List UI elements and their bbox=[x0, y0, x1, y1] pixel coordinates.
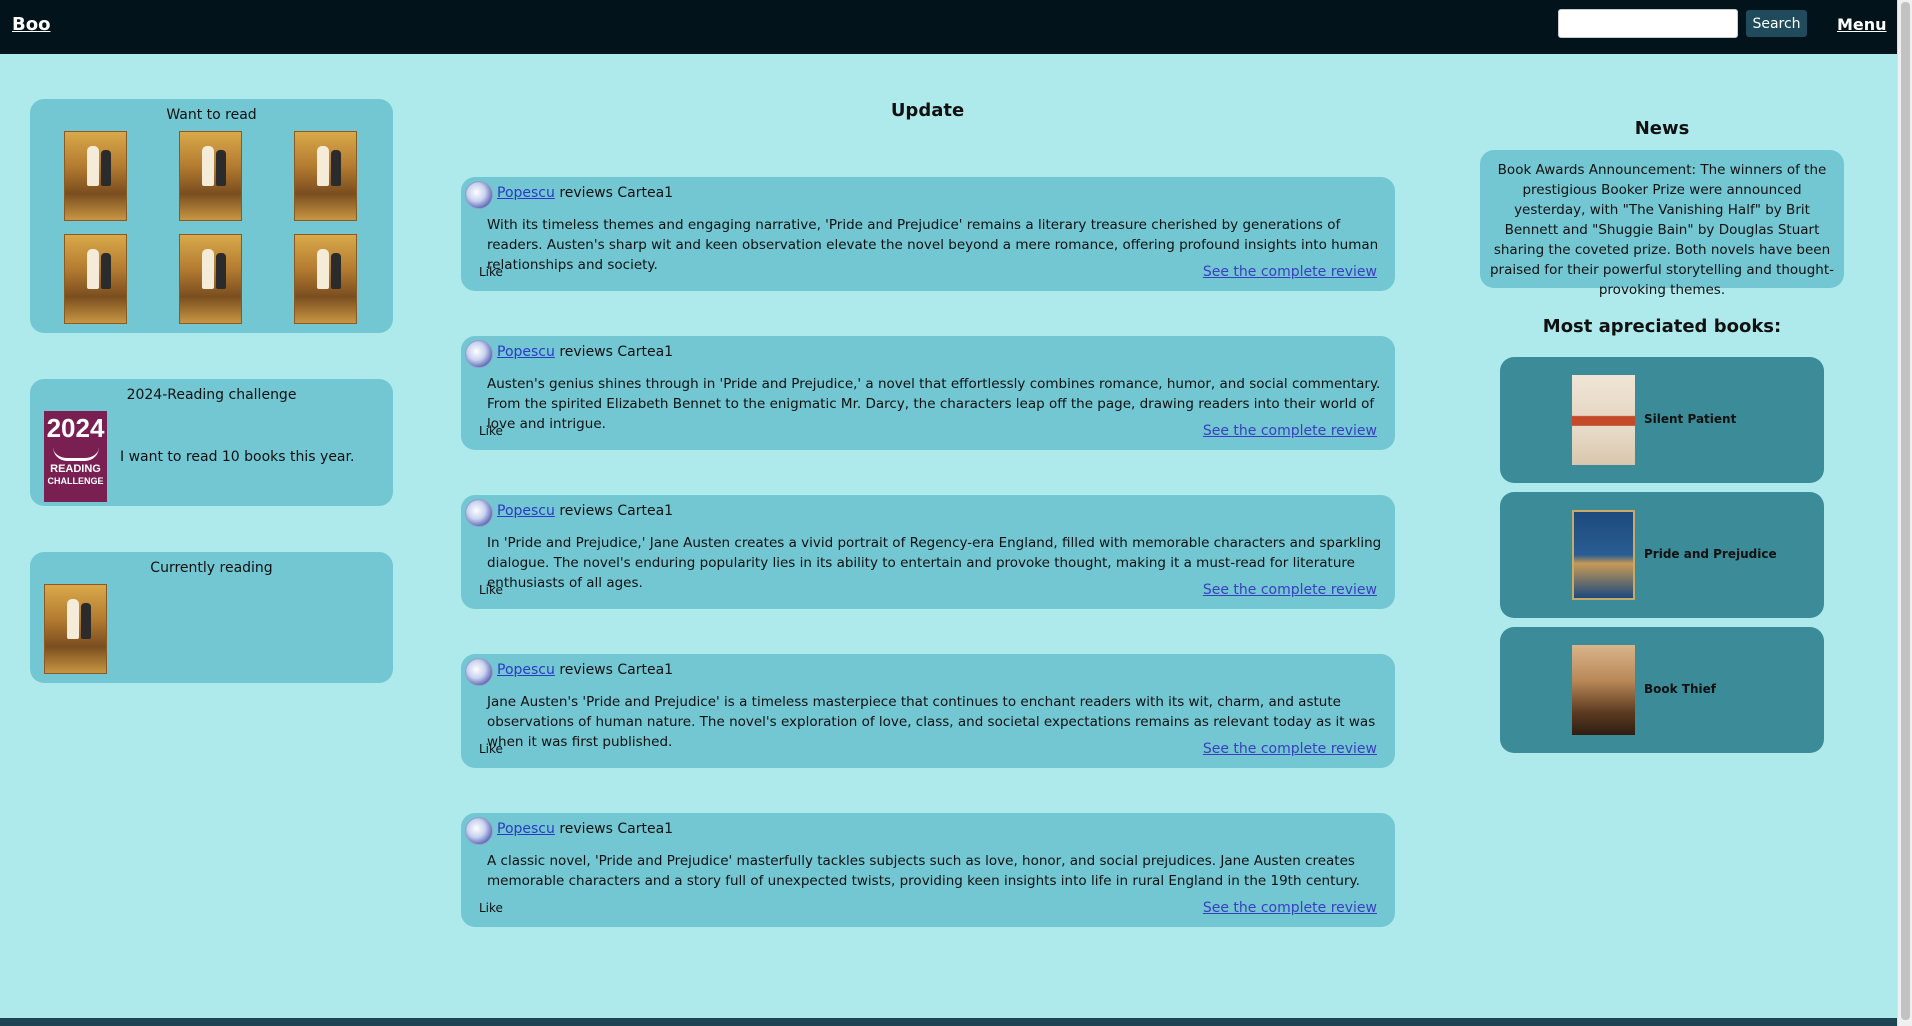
book-title: Silent Patient bbox=[1644, 412, 1737, 426]
book-cover[interactable] bbox=[294, 234, 357, 324]
search-input[interactable] bbox=[1558, 9, 1738, 38]
scrollbar-thumb[interactable] bbox=[1901, 2, 1910, 1020]
complete-review-link[interactable]: See the complete review bbox=[1203, 582, 1377, 598]
reading-challenge-badge: 2024 READING CHALLENGE bbox=[44, 411, 107, 502]
user-avatar-icon bbox=[465, 817, 493, 845]
reading-challenge-text: I want to read 10 books this year. bbox=[120, 449, 355, 465]
review-user-link[interactable]: Popescu bbox=[497, 821, 555, 837]
book-cover bbox=[1572, 645, 1635, 735]
review-card: Popescu reviews Cartea1 In 'Pride and Pr… bbox=[461, 495, 1395, 609]
badge-year: 2024 bbox=[46, 413, 105, 443]
review-action: reviews Cartea1 bbox=[559, 503, 674, 519]
news-heading: News bbox=[1634, 118, 1690, 139]
review-card: Popescu reviews Cartea1 With its timeles… bbox=[461, 177, 1395, 291]
review-card: Popescu reviews Cartea1 Austen's genius … bbox=[461, 336, 1395, 450]
reading-challenge-title: 2024-Reading challenge bbox=[126, 387, 297, 403]
menu-link[interactable]: Menu bbox=[1837, 15, 1887, 34]
want-to-read-panel: Want to read bbox=[30, 99, 393, 333]
review-user-link[interactable]: Popescu bbox=[497, 503, 555, 519]
vertical-scrollbar[interactable] bbox=[1897, 0, 1912, 1026]
review-header: Popescu reviews Cartea1 bbox=[497, 662, 673, 678]
book-cover bbox=[1572, 510, 1635, 600]
review-user-link[interactable]: Popescu bbox=[497, 662, 555, 678]
open-book-icon bbox=[52, 447, 99, 461]
complete-review-link[interactable]: See the complete review bbox=[1203, 900, 1377, 916]
logo-link[interactable]: Boo bbox=[12, 14, 50, 35]
update-heading: Update bbox=[890, 100, 965, 121]
appreciated-book-card[interactable]: Pride and Prejudice bbox=[1500, 492, 1824, 618]
user-avatar-icon bbox=[465, 340, 493, 368]
review-header: Popescu reviews Cartea1 bbox=[497, 344, 673, 360]
want-to-read-title: Want to read bbox=[166, 107, 257, 123]
review-card: Popescu reviews Cartea1 A classic novel,… bbox=[461, 813, 1395, 927]
most-appreciated-heading: Most apreciated books: bbox=[1542, 316, 1782, 337]
review-user-link[interactable]: Popescu bbox=[497, 344, 555, 360]
like-button[interactable]: Like bbox=[479, 424, 503, 438]
currently-reading-title: Currently reading bbox=[150, 560, 273, 576]
reading-challenge-panel: 2024-Reading challenge 2024 READING CHAL… bbox=[30, 379, 393, 506]
currently-reading-panel: Currently reading bbox=[30, 552, 393, 683]
book-title: Pride and Prejudice bbox=[1644, 547, 1777, 561]
appreciated-book-card[interactable]: Silent Patient bbox=[1500, 357, 1824, 483]
news-text: Book Awards Announcement: The winners of… bbox=[1480, 150, 1844, 298]
review-action: reviews Cartea1 bbox=[559, 185, 674, 201]
like-button[interactable]: Like bbox=[479, 901, 503, 915]
search-button[interactable]: Search bbox=[1746, 10, 1807, 37]
book-cover[interactable] bbox=[44, 584, 107, 674]
like-button[interactable]: Like bbox=[479, 265, 503, 279]
book-cover[interactable] bbox=[294, 131, 357, 221]
appreciated-book-card[interactable]: Book Thief bbox=[1500, 627, 1824, 753]
review-header: Popescu reviews Cartea1 bbox=[497, 503, 673, 519]
complete-review-link[interactable]: See the complete review bbox=[1203, 741, 1377, 757]
book-cover[interactable] bbox=[64, 131, 127, 221]
complete-review-link[interactable]: See the complete review bbox=[1203, 264, 1377, 280]
user-avatar-icon bbox=[465, 181, 493, 209]
top-navbar: Boo Search Menu bbox=[0, 0, 1897, 54]
like-button[interactable]: Like bbox=[479, 583, 503, 597]
review-user-link[interactable]: Popescu bbox=[497, 185, 555, 201]
review-header: Popescu reviews Cartea1 bbox=[497, 821, 673, 837]
review-header: Popescu reviews Cartea1 bbox=[497, 185, 673, 201]
book-cover[interactable] bbox=[179, 234, 242, 324]
user-avatar-icon bbox=[465, 658, 493, 686]
review-action: reviews Cartea1 bbox=[559, 662, 674, 678]
book-cover[interactable] bbox=[64, 234, 127, 324]
review-action: reviews Cartea1 bbox=[559, 821, 674, 837]
complete-review-link[interactable]: See the complete review bbox=[1203, 423, 1377, 439]
book-title: Book Thief bbox=[1644, 682, 1716, 696]
badge-line1: READING bbox=[50, 463, 101, 475]
badge-line2: CHALLENGE bbox=[47, 476, 104, 486]
review-card: Popescu reviews Cartea1 Jane Austen's 'P… bbox=[461, 654, 1395, 768]
footer-strip bbox=[0, 1018, 1897, 1026]
like-button[interactable]: Like bbox=[479, 742, 503, 756]
review-action: reviews Cartea1 bbox=[559, 344, 674, 360]
book-cover[interactable] bbox=[179, 131, 242, 221]
review-text: A classic novel, 'Pride and Prejudice' m… bbox=[487, 853, 1360, 889]
user-avatar-icon bbox=[465, 499, 493, 527]
book-cover bbox=[1572, 375, 1635, 465]
